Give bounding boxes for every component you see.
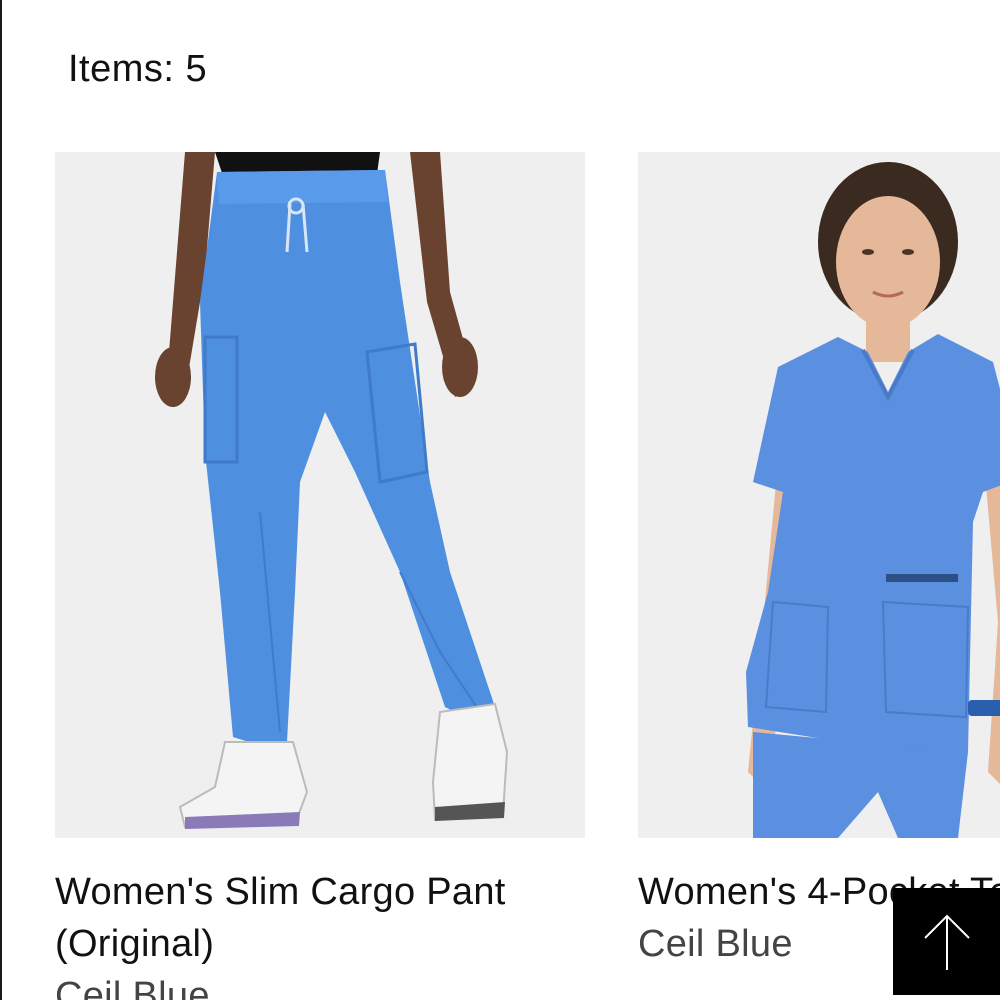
pants-illustration xyxy=(55,152,585,838)
left-border xyxy=(0,0,2,1000)
product-listing-page: Items: 5 Women's Slim Cargo Pant (Origin… xyxy=(0,0,1000,1000)
product-card[interactable]: Women's Slim Cargo Pant (Original) Ceil … xyxy=(55,152,585,1000)
top-illustration xyxy=(638,152,1000,838)
product-card[interactable]: Women's 4-Pocket Top Ceil Blue xyxy=(638,152,1000,970)
product-title[interactable]: Women's Slim Cargo Pant (Original) xyxy=(55,866,585,970)
product-color: Ceil Blue xyxy=(55,975,210,1000)
product-image-slim-cargo-pant[interactable] xyxy=(55,152,585,838)
items-count: Items: 5 xyxy=(68,48,208,90)
arrow-up-icon xyxy=(923,914,970,970)
product-image-4-pocket-top[interactable] xyxy=(638,152,1000,838)
scroll-to-top-button[interactable] xyxy=(893,888,1000,995)
